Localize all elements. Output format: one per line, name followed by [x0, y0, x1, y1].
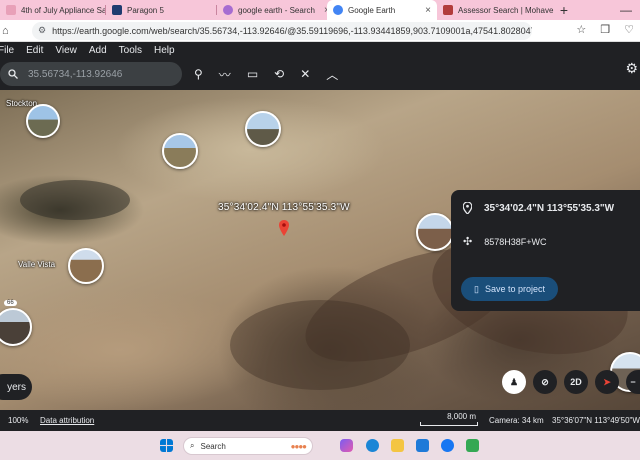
- tab-assessor-search[interactable]: Assessor Search | Mohave ×: [437, 0, 555, 20]
- photo-thumbnail[interactable]: [0, 308, 32, 346]
- tab-favicon: [333, 5, 343, 15]
- tab-paragon[interactable]: Paragon 5: [106, 0, 216, 20]
- card-plus-code: 8578H38F+WC: [484, 236, 547, 247]
- taskbar-search-label: Search: [200, 441, 226, 451]
- card-coordinates: 35°34'02.4"N 113°55'35.3"W: [484, 202, 615, 214]
- save-button-label: Save to project: [484, 284, 545, 294]
- terrain-ridge: [230, 300, 410, 390]
- menu-tools[interactable]: Tools: [113, 45, 148, 56]
- toggle-2d-button[interactable]: 2D: [564, 370, 588, 394]
- photo-count-badge: 66: [4, 300, 17, 306]
- star-icon[interactable]: ☆: [576, 23, 586, 36]
- tab-label: google earth - Search: [238, 5, 315, 15]
- location-pin-icon[interactable]: [279, 220, 289, 236]
- url-text: https://earth.google.com/web/search/35.5…: [52, 25, 532, 36]
- earth-app-bar: File Edit View Add Tools Help 35.56734,-…: [0, 42, 640, 90]
- photo-thumbnail[interactable]: [68, 248, 104, 284]
- favorites-icon[interactable]: ♡: [624, 23, 634, 36]
- photo-thumbnail[interactable]: [245, 111, 281, 147]
- compass-icon[interactable]: ➤: [595, 370, 619, 394]
- gear-icon[interactable]: ⚙: [625, 60, 638, 77]
- home-icon[interactable]: ⌂: [2, 25, 16, 37]
- layers-label: yers: [7, 381, 26, 393]
- taskbar-search[interactable]: ⌕ Search ●●●●: [183, 437, 313, 455]
- search-icon: ⌕: [190, 441, 195, 450]
- menu-help[interactable]: Help: [148, 45, 181, 56]
- earth-toolbar: 35.56734,-113.92646 ⚲ 〰 ▭ ⟲ ✕ ︿: [0, 61, 610, 87]
- pin-coordinate-label: 35°34'02.4"N 113°55'35.3"W: [218, 202, 350, 213]
- location-pin-icon: [463, 202, 472, 214]
- pegman-icon[interactable]: ♟: [502, 370, 526, 394]
- menu-add[interactable]: Add: [83, 45, 113, 56]
- measure-icon[interactable]: ▭: [247, 67, 258, 81]
- location-info-card: 35°34'02.4"N 113°55'35.3"W ✣ 8578H38F+WC…: [451, 190, 640, 311]
- windows-start-icon[interactable]: [160, 439, 173, 452]
- save-to-project-button[interactable]: ▯ Save to project: [461, 277, 558, 301]
- projects-icon[interactable]: ✕: [300, 67, 310, 81]
- place-label-valle-vista[interactable]: Valle Vista: [18, 260, 55, 269]
- tab-appliance-sale[interactable]: 4th of July Appliance Sale: [0, 0, 105, 20]
- map-controls: ♟ ⊘ 2D ➤ −: [502, 370, 640, 394]
- status-bar: 100% Data attribution 8,000 m Camera: 34…: [0, 410, 640, 431]
- close-icon[interactable]: ×: [425, 5, 431, 16]
- plus-code-icon: ✣: [463, 236, 473, 248]
- facebook-icon[interactable]: [441, 439, 454, 452]
- app-icon[interactable]: [466, 439, 479, 452]
- minimize-icon[interactable]: —: [620, 3, 632, 17]
- tab-label: 4th of July Appliance Sale: [21, 5, 105, 15]
- tilt-icon[interactable]: ⊘: [533, 370, 557, 394]
- search-input[interactable]: 35.56734,-113.92646: [0, 62, 182, 86]
- tab-label: Paragon 5: [127, 5, 164, 15]
- scale-label: 8,000 m: [447, 412, 476, 421]
- tab-favicon: [6, 5, 16, 15]
- menu-view[interactable]: View: [49, 45, 83, 56]
- chevron-up-icon[interactable]: ︿: [326, 66, 338, 83]
- os-taskbar: ⌕ Search ●●●●: [0, 431, 640, 460]
- layers-button[interactable]: yers: [0, 374, 32, 400]
- history-icon[interactable]: ⟲: [274, 67, 284, 81]
- tab-label: Google Earth: [348, 5, 396, 15]
- photo-thumbnail[interactable]: [162, 133, 198, 169]
- tab-favicon: [443, 5, 453, 15]
- site-info-icon[interactable]: ⚙: [38, 25, 46, 36]
- tab-favicon: [223, 5, 233, 15]
- extensions-icon[interactable]: ❒: [600, 23, 610, 36]
- tab-label: Assessor Search | Mohave: [458, 5, 554, 15]
- tab-google-earth[interactable]: Google Earth ×: [327, 0, 437, 20]
- photo-thumbnail[interactable]: [26, 104, 60, 138]
- path-icon[interactable]: 〰: [219, 66, 231, 83]
- address-bar: ⌂ ⚙ https://earth.google.com/web/search/…: [0, 20, 640, 42]
- zoom-out-icon[interactable]: −: [626, 370, 640, 394]
- new-tab-button[interactable]: +: [555, 0, 573, 20]
- file-explorer-icon[interactable]: [391, 439, 404, 452]
- store-icon[interactable]: [416, 439, 429, 452]
- zoom-level: 100%: [8, 416, 29, 425]
- placemark-icon[interactable]: ⚲: [194, 67, 203, 81]
- earth-map-view[interactable]: Stockton Valle Vista 66 35°34'02.4"N 113…: [0, 90, 640, 410]
- menu-file[interactable]: File: [0, 45, 20, 56]
- data-attribution-link[interactable]: Data attribution: [40, 416, 94, 425]
- photo-thumbnail[interactable]: [416, 213, 454, 251]
- terrain-ridge: [20, 180, 130, 220]
- scale-bar: [420, 422, 478, 426]
- tab-favicon: [112, 5, 122, 15]
- browser-tab-strip: 4th of July Appliance Sale Paragon 5 goo…: [0, 0, 640, 20]
- tab-google-search[interactable]: google earth - Search ×: [217, 0, 327, 20]
- camera-altitude: Camera: 34 km: [489, 416, 544, 425]
- edge-icon[interactable]: [366, 439, 379, 452]
- cursor-latlng: 35°36'07"N 113°49'50"W: [552, 416, 640, 425]
- url-field[interactable]: ⚙ https://earth.google.com/web/search/35…: [32, 21, 532, 40]
- menu-bar: File Edit View Add Tools Help: [0, 42, 181, 58]
- search-highlight-icon: ●●●●: [290, 441, 307, 451]
- menu-edit[interactable]: Edit: [20, 45, 49, 56]
- search-value: 35.56734,-113.92646: [28, 68, 123, 80]
- window-controls: —: [620, 0, 640, 20]
- search-icon: [8, 69, 18, 79]
- copilot-icon[interactable]: [340, 439, 353, 452]
- bookmark-icon: ▯: [474, 283, 479, 294]
